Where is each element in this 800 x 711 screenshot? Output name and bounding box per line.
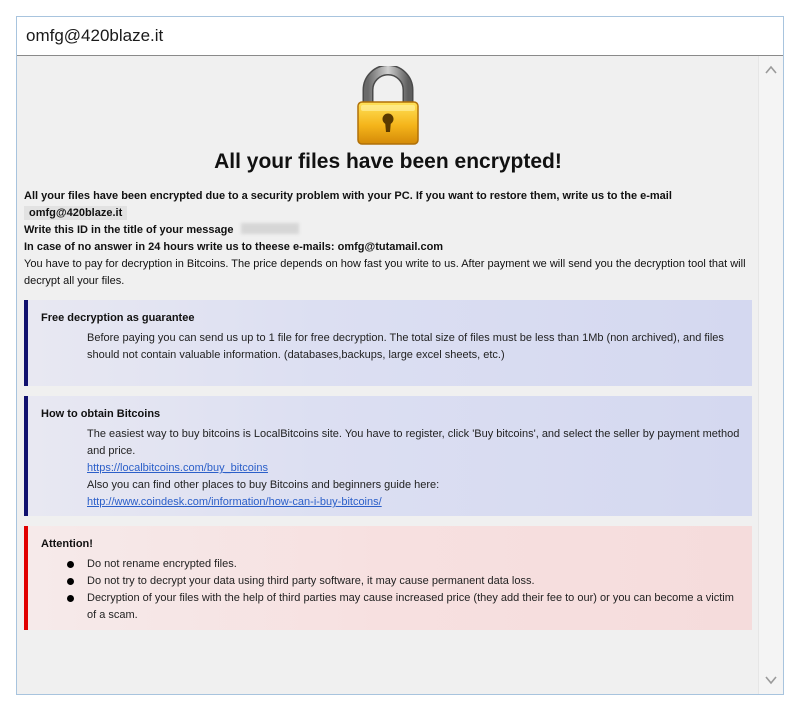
chevron-down-icon[interactable] bbox=[763, 672, 779, 688]
window-title: omfg@420blaze.it bbox=[17, 17, 783, 56]
list-item: Decryption of your files with the help o… bbox=[67, 590, 742, 624]
app-window: omfg@420blaze.it All your files have bee… bbox=[16, 16, 784, 695]
localbitcoins-link[interactable]: https://localbitcoins.com/buy_bitcoins bbox=[87, 462, 268, 474]
intro-block: All your files have been encrypted due t… bbox=[24, 188, 752, 290]
message-content: All your files have been encrypted! All … bbox=[24, 56, 752, 630]
bitcoins-line-2: Also you can find other places to buy Bi… bbox=[87, 479, 440, 491]
intro-line-1: All your files have been encrypted due t… bbox=[24, 188, 752, 222]
bitcoins-title: How to obtain Bitcoins bbox=[41, 408, 161, 420]
backup-email: omfg@tutamail.com bbox=[337, 241, 444, 253]
message-viewport: All your files have been encrypted! All … bbox=[17, 56, 759, 694]
vertical-scrollbar[interactable] bbox=[758, 56, 783, 694]
intro-line-2: Write this ID in the title of your messa… bbox=[24, 222, 752, 239]
list-item: Do not rename encrypted files. bbox=[67, 556, 742, 573]
bitcoins-panel: How to obtain Bitcoins The easiest way t… bbox=[24, 396, 752, 516]
contact-email: omfg@420blaze.it bbox=[24, 206, 128, 220]
intro-line-3-text: In case of no answer in 24 hours write u… bbox=[24, 241, 335, 253]
chevron-up-icon[interactable] bbox=[763, 62, 779, 78]
coindesk-link[interactable]: http://www.coindesk.com/information/how-… bbox=[87, 496, 382, 508]
intro-line-1-text: All your files have been encrypted due t… bbox=[24, 190, 672, 202]
free-decryption-panel: Free decryption as guarantee Before payi… bbox=[24, 300, 752, 386]
padlock-icon bbox=[354, 64, 422, 146]
attention-panel: Attention! Do not rename encrypted files… bbox=[24, 526, 752, 630]
attention-list: Do not rename encrypted files. Do not tr… bbox=[41, 556, 742, 624]
intro-line-2-text: Write this ID in the title of your messa… bbox=[24, 224, 234, 236]
intro-line-4: You have to pay for decryption in Bitcoi… bbox=[24, 258, 746, 287]
attention-title: Attention! bbox=[41, 538, 93, 550]
list-item: Do not try to decrypt your data using th… bbox=[67, 573, 742, 590]
page-title: All your files have been encrypted! bbox=[214, 150, 562, 173]
bitcoins-line-1: The easiest way to buy bitcoins is Local… bbox=[87, 428, 740, 457]
bitcoins-body: The easiest way to buy bitcoins is Local… bbox=[41, 426, 742, 511]
intro-line-3: In case of no answer in 24 hours write u… bbox=[24, 239, 752, 256]
free-decryption-title: Free decryption as guarantee bbox=[41, 312, 195, 324]
free-decryption-body: Before paying you can send us up to 1 fi… bbox=[87, 332, 724, 361]
redacted-id bbox=[240, 223, 299, 234]
